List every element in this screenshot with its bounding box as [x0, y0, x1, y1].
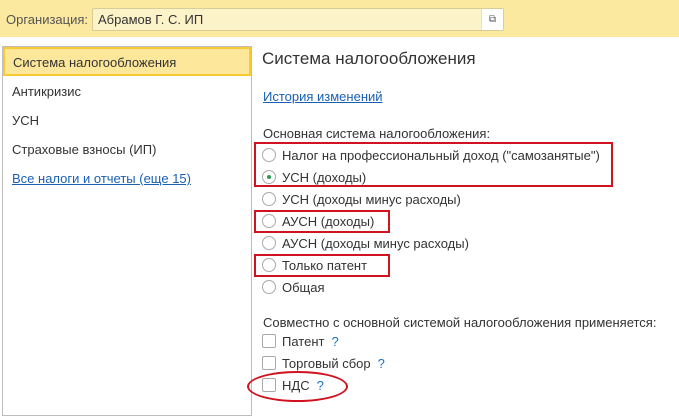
combined-label: Совместно с основной системой налогообло…: [263, 315, 657, 330]
radio-general[interactable]: Общая: [262, 278, 325, 296]
main-system-label: Основная система налогообложения:: [263, 126, 491, 141]
checkbox-label: Патент: [282, 333, 325, 349]
sidebar-item-label: УСН: [12, 113, 40, 128]
open-window-icon[interactable]: ⧉: [481, 9, 503, 30]
history-link[interactable]: История изменений: [263, 89, 383, 104]
radio-icon[interactable]: [262, 280, 276, 294]
help-icon[interactable]: ?: [378, 356, 385, 371]
radio-icon[interactable]: [262, 236, 276, 250]
org-field[interactable]: Абрамов Г. С. ИП ⧉: [92, 8, 504, 31]
radio-ausn-income-expense[interactable]: АУСН (доходы минус расходы): [262, 234, 469, 252]
highlight-ellipse: [247, 371, 348, 402]
sidebar-item-insurance[interactable]: Страховые взносы (ИП): [3, 134, 251, 163]
org-bar: Организация: Абрамов Г. С. ИП ⧉: [0, 0, 679, 37]
org-label: Организация:: [6, 12, 89, 27]
sidebar-item-tax-system[interactable]: Система налогообложения: [3, 47, 251, 76]
sidebar: Система налогообложения Антикризис УСН С…: [2, 46, 252, 416]
sidebar-item-label: Антикризис: [12, 84, 81, 99]
radio-usn-income-expense[interactable]: УСН (доходы минус расходы): [262, 190, 461, 208]
sidebar-item-usn[interactable]: УСН: [3, 105, 251, 134]
highlight-box: [254, 254, 390, 277]
checkbox-icon[interactable]: [262, 334, 276, 348]
all-taxes-link[interactable]: Все налоги и отчеты (еще 15): [12, 171, 191, 186]
highlight-box: [254, 210, 390, 233]
help-icon[interactable]: ?: [331, 334, 338, 349]
org-value: Абрамов Г. С. ИП: [98, 12, 204, 27]
checkbox-trade-fee[interactable]: Торговый сбор?: [262, 354, 385, 372]
checkbox-patent[interactable]: Патент?: [262, 332, 339, 350]
radio-icon[interactable]: [262, 192, 276, 206]
sidebar-item-label: Система налогообложения: [13, 55, 177, 70]
highlight-box: [254, 142, 613, 187]
sidebar-item-label: Страховые взносы (ИП): [12, 142, 157, 157]
page-title: Система налогообложения: [262, 49, 476, 68]
sidebar-item-anticrisis[interactable]: Антикризис: [3, 76, 251, 105]
checkbox-icon[interactable]: [262, 356, 276, 370]
option-label: УСН (доходы минус расходы): [282, 191, 461, 207]
option-label: Общая: [282, 279, 325, 295]
option-label: АУСН (доходы минус расходы): [282, 235, 469, 251]
sidebar-all-taxes-link[interactable]: Все налоги и отчеты (еще 15): [3, 163, 251, 192]
checkbox-label: Торговый сбор: [282, 355, 371, 371]
